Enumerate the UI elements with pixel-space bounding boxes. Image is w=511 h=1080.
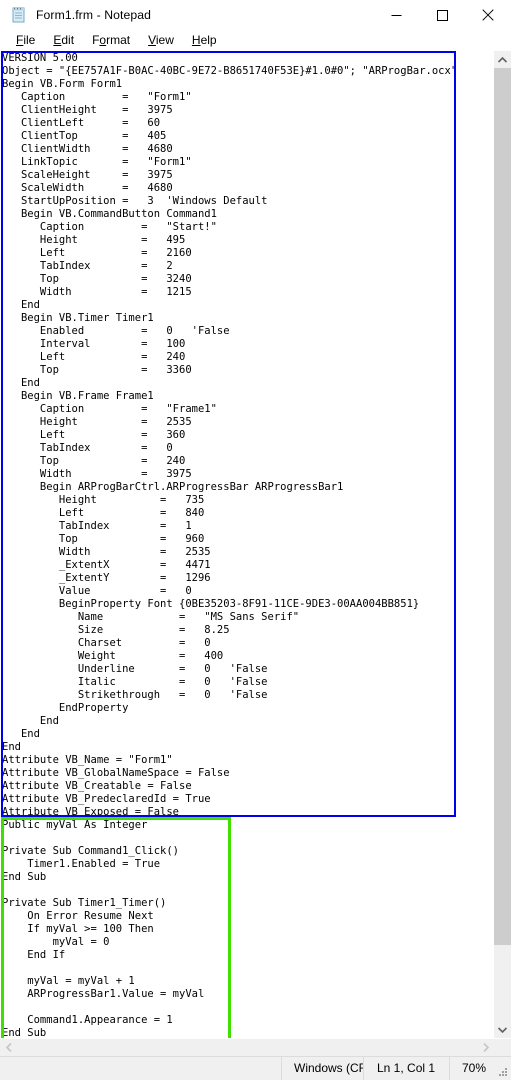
text-caret — [2, 53, 3, 65]
scroll-down-arrow-icon[interactable] — [494, 1021, 511, 1038]
status-cursor-position: Ln 1, Col 1 — [363, 1057, 449, 1080]
status-line-ending: Windows (CR — [281, 1057, 363, 1080]
editor-content[interactable]: VERSION 5.00 Object = "{EE757A1F-B0AC-40… — [0, 51, 493, 1038]
window-controls — [373, 0, 511, 30]
editor-area: VERSION 5.00 Object = "{EE757A1F-B0AC-40… — [0, 51, 511, 1038]
menu-bar: File Edit Format View Help — [0, 30, 511, 51]
status-bar: Windows (CR Ln 1, Col 1 70% — [0, 1056, 511, 1080]
vertical-scroll-thumb[interactable] — [494, 68, 511, 945]
text-editor[interactable]: VERSION 5.00 Object = "{EE757A1F-B0AC-40… — [0, 51, 493, 1038]
scroll-right-arrow-icon[interactable] — [477, 1039, 494, 1056]
vertical-scroll-track[interactable] — [494, 68, 511, 1021]
notepad-window: Form1.frm - Notepad File Edit Format Vie… — [0, 0, 511, 1080]
menu-item-format[interactable]: Format — [83, 30, 139, 51]
scroll-left-arrow-icon[interactable] — [0, 1039, 17, 1056]
resize-grip-icon[interactable] — [498, 1067, 508, 1077]
menu-item-help[interactable]: Help — [183, 30, 226, 51]
title-bar: Form1.frm - Notepad — [0, 0, 511, 30]
vertical-scrollbar[interactable] — [493, 51, 511, 1038]
menu-item-view[interactable]: View — [139, 30, 183, 51]
horizontal-scrollbar[interactable] — [0, 1038, 511, 1056]
maximize-button[interactable] — [419, 0, 465, 30]
status-bar-filler — [0, 1057, 281, 1080]
window-title: Form1.frm - Notepad — [36, 8, 152, 22]
menu-item-edit[interactable]: Edit — [44, 30, 83, 51]
close-button[interactable] — [465, 0, 511, 30]
minimize-button[interactable] — [373, 0, 419, 30]
menu-item-file[interactable]: File — [7, 30, 44, 51]
scrollbar-corner — [494, 1039, 511, 1056]
scroll-up-arrow-icon[interactable] — [494, 51, 511, 68]
notepad-icon — [11, 7, 27, 23]
